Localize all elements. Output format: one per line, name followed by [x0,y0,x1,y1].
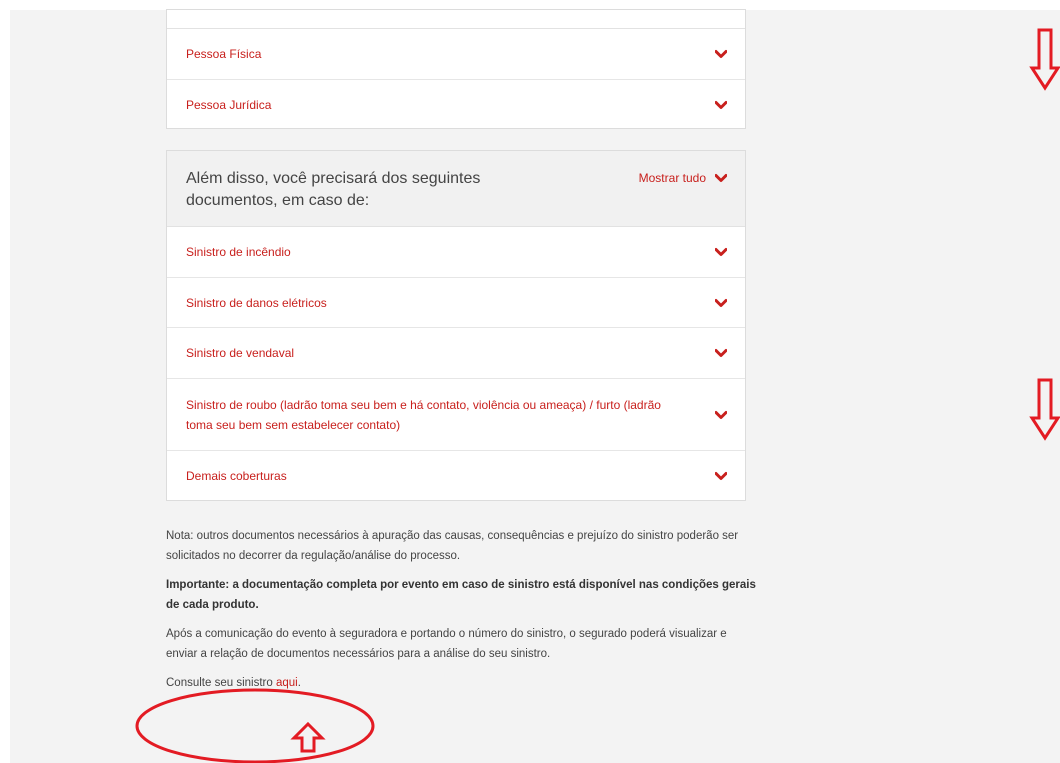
note-paragraph: Nota: outros documentos necessários à ap… [166,530,739,562]
additional-documents-card: Além disso, você precisará dos seguintes… [166,150,746,501]
additional-documents-title: Além disso, você precisará dos seguintes… [186,170,481,209]
accordion-item-danos-eletricos[interactable]: Sinistro de danos elétricos [167,278,745,328]
accordion-item-label: Demais coberturas [186,468,287,483]
accordion-item-label: Pessoa Jurídica [186,97,272,112]
annotation-up-arrow-icon [290,721,326,753]
accordion-item-pessoa-fisica[interactable]: Pessoa Física [167,29,745,80]
accordion-item-incendio[interactable]: Sinistro de incêndio [167,227,745,278]
accordion-item-label: Pessoa Física [186,47,262,61]
show-all-label: Mostrar tudo [638,171,706,185]
chevron-down-icon [715,174,727,182]
page-background: Pessoa Física Pessoa Jurídica Além disso… [10,9,1060,763]
important-paragraph: Importante: a documentação completa por … [166,579,756,611]
show-all-button[interactable]: Mostrar tudo [639,171,727,185]
accordion-item-label: Sinistro de incêndio [186,245,291,259]
annotation-down-arrow-icon [1029,378,1060,441]
accordion-item-pessoa-juridica[interactable]: Pessoa Jurídica [167,80,745,129]
after-communication-paragraph: Após a comunicação do evento à segurador… [166,628,727,660]
chevron-down-icon [715,248,727,256]
annotation-ellipse-icon [135,688,375,763]
chevron-down-icon [715,298,727,307]
annotation-down-arrow-icon [1029,28,1060,91]
accordion-item-label: Sinistro de roubo (ladrão toma seu bem e… [186,397,661,432]
accordion-item-demais-coberturas[interactable]: Demais coberturas [167,451,745,500]
notes-section: Nota: outros documentos necessários à ap… [166,526,756,702]
additional-documents-header: Além disso, você precisará dos seguintes… [167,151,745,227]
accordion-item-vendaval[interactable]: Sinistro de vendaval [167,328,745,379]
card-top-stub [167,10,745,29]
accordion-item-label: Sinistro de danos elétricos [186,295,327,310]
chevron-down-icon [715,471,727,480]
accordion-item-roubo-furto[interactable]: Sinistro de roubo (ladrão toma seu bem e… [167,379,745,451]
chevron-down-icon [715,410,727,419]
chevron-down-icon [715,100,727,109]
chevron-down-icon [715,50,727,58]
chevron-down-icon [715,349,727,357]
accordion-item-label: Sinistro de vendaval [186,346,295,360]
person-type-card: Pessoa Física Pessoa Jurídica [166,9,746,129]
